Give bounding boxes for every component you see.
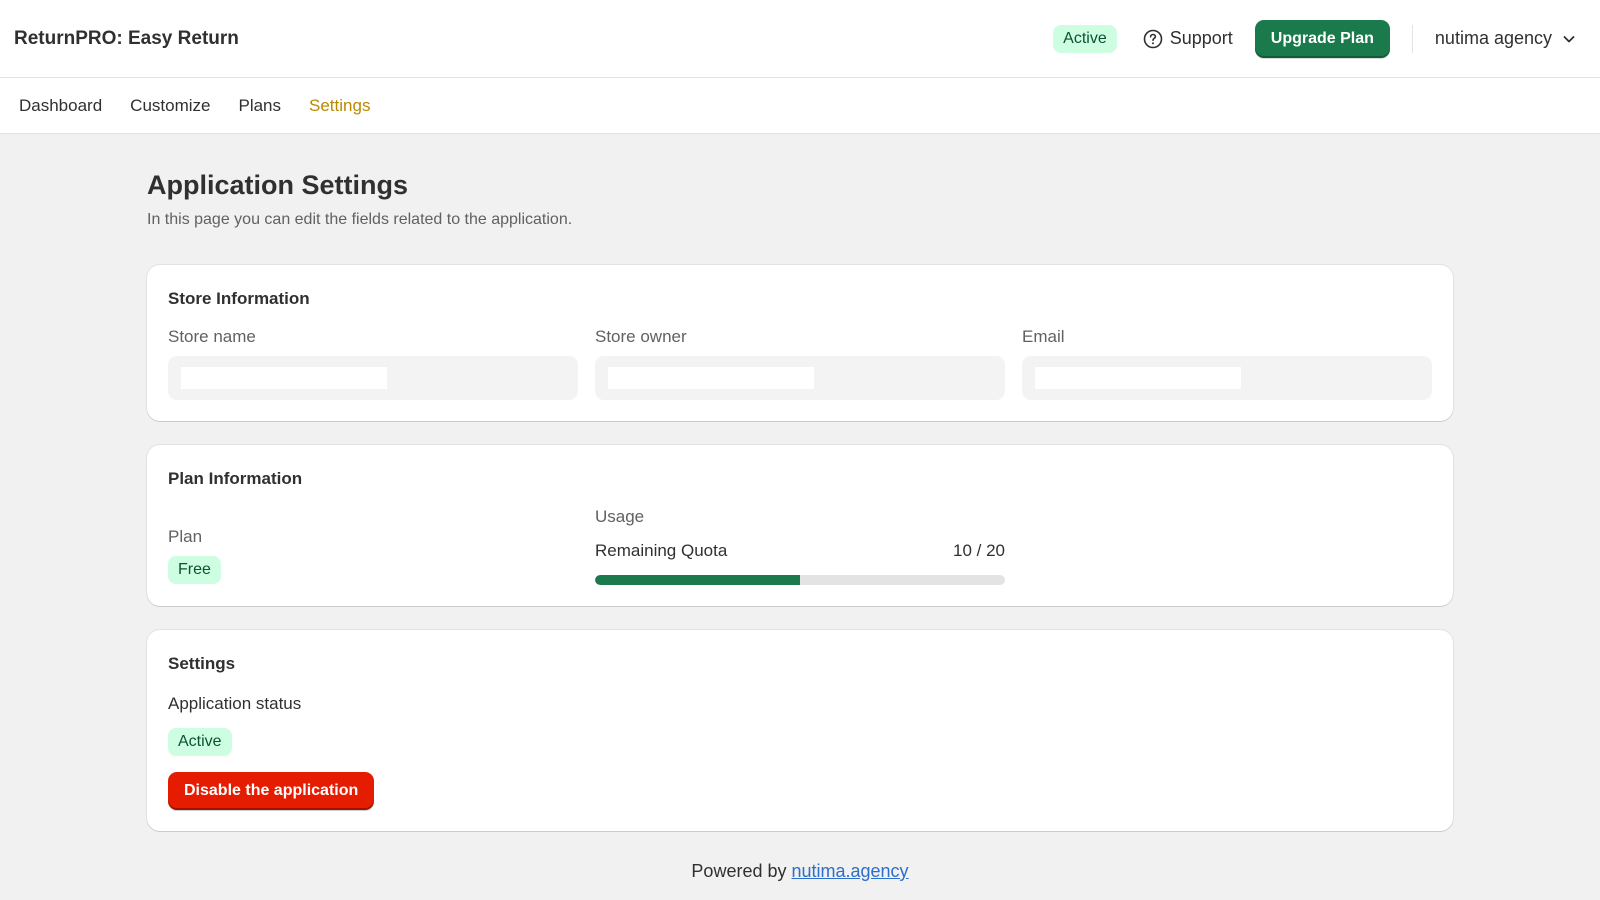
application-status-label: Application status [168,694,302,713]
footer-link[interactable]: nutima.agency [791,861,908,881]
support-link[interactable]: Support [1143,28,1233,49]
application-status-badge: Active [168,728,232,756]
help-circle-icon [1143,29,1163,48]
quota-row: Remaining Quota 10 / 20 [595,541,1005,561]
card-title: Settings [168,654,236,673]
plan-label: Plan [168,527,203,546]
card-title: Store Information [168,289,310,308]
nav-customize[interactable]: Customize [130,96,210,116]
main-nav: Dashboard Customize Plans Settings [0,78,1600,134]
redacted-value [1035,367,1241,389]
plan-information-card: Plan Information Plan Free Usage Remaini… [147,445,1453,606]
usage-column: Usage Remaining Quota 10 / 20 [595,507,1005,585]
store-name-field: Store name [168,327,578,400]
account-menu[interactable]: nutima agency [1435,28,1576,49]
redacted-value [608,367,814,389]
store-information-card: Store Information Store name Store owner… [147,265,1453,421]
app-title: ReturnPRO: Easy Return [14,27,239,49]
usage-label: Usage [595,507,645,526]
plan-row: Plan Free Usage Remaining Quota 10 / 20 [168,507,1432,585]
card-title: Plan Information [168,469,303,488]
app-status-badge: Active [1053,24,1117,53]
settings-card: Settings Application status Active Disab… [147,630,1453,831]
header-divider [1411,24,1413,53]
support-label: Support [1169,28,1233,48]
upgrade-plan-button[interactable]: Upgrade Plan [1254,19,1390,58]
top-bar-actions: Active Support Upgrade Plan nutima agenc… [1053,19,1586,58]
nav-dashboard[interactable]: Dashboard [19,96,102,116]
quota-progress-bar [595,575,1005,585]
page-subtitle: In this page you can edit the fields rel… [147,211,573,228]
plan-badge: Free [168,556,221,584]
disable-application-button[interactable]: Disable the application [168,772,375,810]
footer-prefix: Powered by [691,861,792,881]
footer: Powered by nutima.agency [147,861,1453,882]
top-bar: ReturnPRO: Easy Return Active Support Up… [0,0,1600,78]
email-field: Email [1022,327,1432,400]
email-input[interactable] [1022,356,1432,400]
quota-progress-fill [595,575,800,585]
chevron-down-icon [1563,35,1575,42]
store-name-input[interactable] [168,356,578,400]
field-label: Email [1022,327,1065,346]
store-fields: Store name Store owner Email [168,327,1432,400]
main-content: Application Settings In this page you ca… [147,134,1453,882]
field-label: Store owner [595,327,687,346]
redacted-value [181,367,387,389]
plan-column: Plan Free [168,507,595,585]
page-title: Application Settings [147,170,409,200]
store-owner-input[interactable] [595,356,1005,400]
nav-plans[interactable]: Plans [238,96,281,116]
nav-settings[interactable]: Settings [309,96,370,116]
quota-label: Remaining Quota [595,541,728,560]
field-label: Store name [168,327,256,346]
store-owner-field: Store owner [595,327,1005,400]
account-name: nutima agency [1434,28,1552,48]
quota-value: 10 / 20 [953,541,1005,560]
